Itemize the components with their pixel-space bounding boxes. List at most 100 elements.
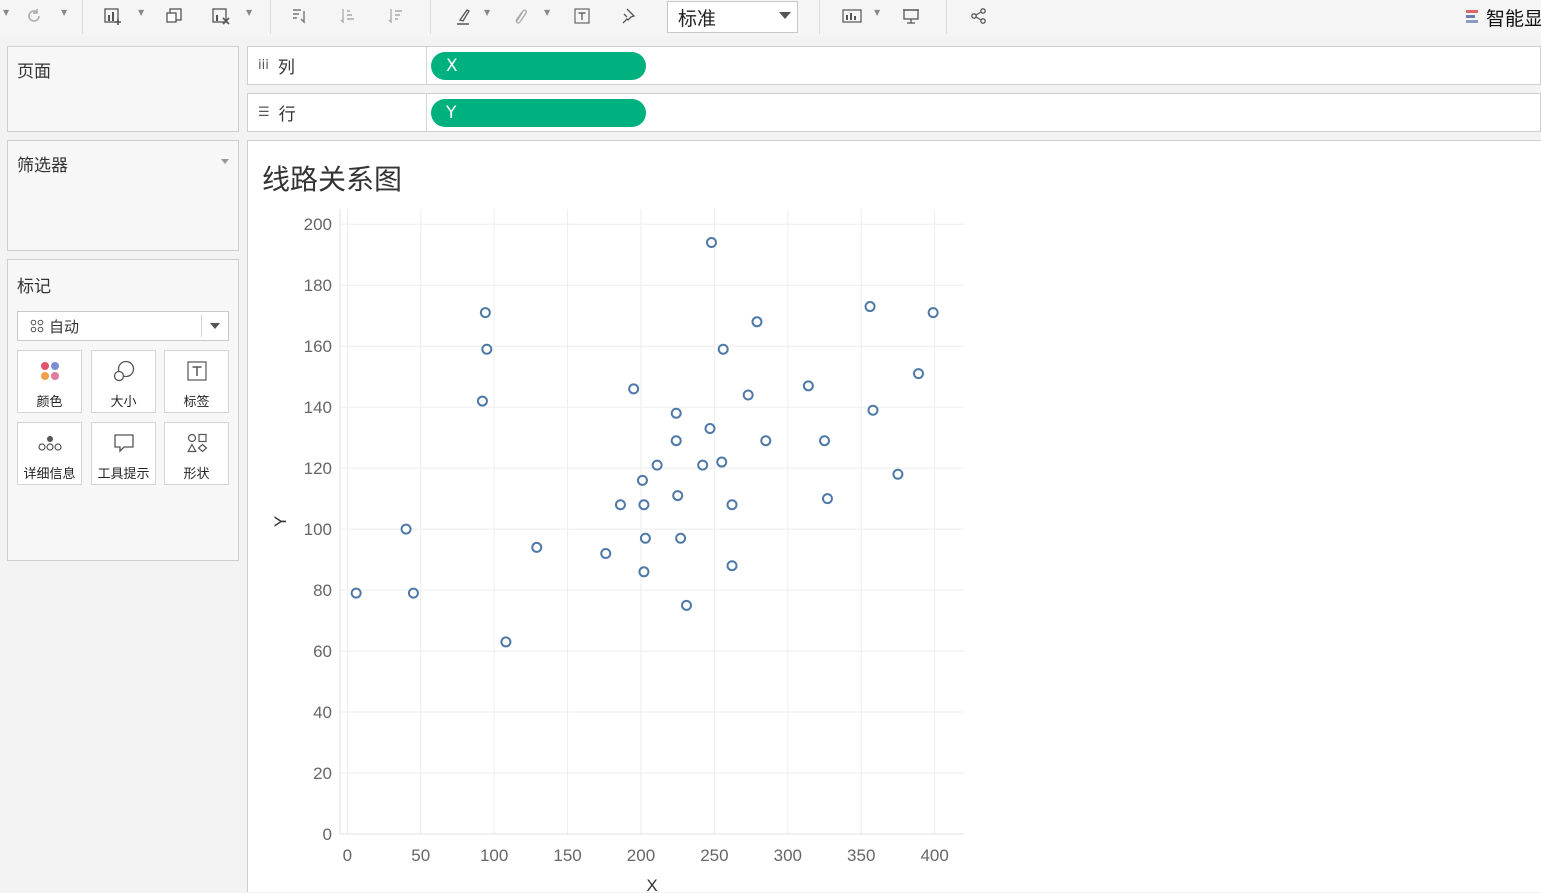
view-canvas[interactable]: 线路关系图 0 50 100 150 200 250 300 350 400 0 20 40 60 80 1… (247, 140, 1541, 893)
data-point[interactable] (760, 435, 772, 447)
duplicate-icon[interactable] (162, 4, 186, 28)
data-point[interactable] (350, 587, 362, 599)
color-dots-icon (18, 359, 81, 383)
color-label: 颜色 (36, 395, 63, 410)
data-point[interactable] (867, 404, 879, 416)
smart-bars-icon (1466, 10, 1478, 25)
new-worksheet-icon[interactable] (100, 4, 126, 28)
data-point[interactable] (742, 389, 754, 401)
tooltip-button[interactable]: 工具提示 (91, 422, 156, 485)
dropdown-caret-icon[interactable]: ▼ (544, 8, 550, 17)
data-point[interactable] (407, 587, 419, 599)
toolbar-separator (430, 0, 431, 34)
data-point[interactable] (531, 541, 543, 553)
data-point[interactable] (481, 343, 493, 355)
columns-shelf[interactable]: iii 列 X (247, 46, 1541, 85)
rows-shelf[interactable]: ☰ 行 Y (247, 93, 1541, 132)
y-tick-label: 100 (304, 520, 332, 539)
color-button[interactable]: 颜色 (17, 350, 82, 413)
smart-recommendations-button[interactable]: 智能显 (1466, 4, 1541, 31)
chevron-down-icon (779, 12, 791, 19)
swap-icon[interactable] (287, 4, 311, 28)
size-icon (92, 359, 155, 383)
data-point[interactable] (675, 532, 687, 544)
data-point[interactable] (751, 316, 763, 328)
data-point[interactable] (636, 474, 648, 486)
x-tick-label: 250 (700, 846, 728, 865)
chevron-down-icon (210, 323, 220, 329)
data-point[interactable] (400, 523, 412, 535)
y-field-pill[interactable]: Y (431, 99, 646, 127)
tooltip-label: 工具提示 (97, 467, 150, 482)
dropdown-caret-icon[interactable]: ▼ (874, 8, 880, 17)
data-point[interactable] (681, 599, 693, 611)
data-point[interactable] (639, 532, 651, 544)
data-point[interactable] (697, 459, 709, 471)
marks-title: 标记 (17, 277, 51, 297)
marks-panel: 标记 自动 颜色 大小 标签 详细信息 工具提示 形状 (7, 259, 239, 561)
sort-descending-icon[interactable] (384, 4, 408, 28)
data-point[interactable] (672, 490, 684, 502)
data-point[interactable] (476, 395, 488, 407)
pages-title: 页面 (17, 62, 51, 82)
data-point[interactable] (726, 499, 738, 511)
data-point[interactable] (705, 237, 717, 249)
data-point[interactable] (638, 566, 650, 578)
data-point[interactable] (479, 307, 491, 319)
x-tick-label: 200 (627, 846, 655, 865)
data-point[interactable] (864, 301, 876, 313)
dropdown-caret-icon[interactable]: ▼ (61, 8, 67, 17)
presentation-icon[interactable] (899, 4, 923, 28)
sort-ascending-icon[interactable] (336, 4, 360, 28)
data-point[interactable] (704, 423, 716, 435)
filters-menu-caret-icon[interactable] (221, 159, 229, 164)
data-point[interactable] (912, 368, 924, 380)
x-tick-label: 0 (343, 846, 352, 865)
dropdown-caret-icon[interactable]: ▼ (3, 8, 9, 17)
clear-icon[interactable] (208, 4, 234, 28)
auto-marks-icon (30, 319, 44, 333)
size-button[interactable]: 大小 (91, 350, 156, 413)
show-me-icon[interactable] (839, 4, 865, 28)
dropdown-caret-icon[interactable]: ▼ (246, 8, 252, 17)
data-point[interactable] (500, 636, 512, 648)
data-point[interactable] (726, 560, 738, 572)
filters-panel[interactable]: 筛选器 (7, 140, 239, 251)
x-field-pill[interactable]: X (431, 52, 646, 80)
dropdown-caret-icon[interactable]: ▼ (138, 8, 144, 17)
data-point[interactable] (821, 493, 833, 505)
y-tick-label: 180 (304, 276, 332, 295)
scatter-plot[interactable]: 0 50 100 150 200 250 300 350 400 0 20 40 60 80 100 120 1… (248, 141, 1541, 893)
data-point[interactable] (600, 548, 612, 560)
data-point[interactable] (717, 343, 729, 355)
data-point[interactable] (614, 499, 626, 511)
data-point[interactable] (638, 499, 650, 511)
pin-icon[interactable] (616, 4, 640, 28)
share-icon[interactable] (967, 4, 991, 28)
label-button[interactable]: 标签 (164, 350, 229, 413)
filters-title: 筛选器 (17, 156, 68, 176)
marks-size-select[interactable]: 标准 (667, 1, 798, 33)
label-icon[interactable] (570, 4, 594, 28)
highlight-icon[interactable] (451, 4, 475, 28)
toolbar: ▼ ▼ ▼ ▼ ▼ ▼ 标准 ▼ 智能显 (0, 0, 1541, 36)
shape-button[interactable]: 形状 (164, 422, 229, 485)
data-point[interactable] (927, 307, 939, 319)
data-point[interactable] (628, 383, 640, 395)
mark-type-select[interactable]: 自动 (17, 311, 229, 341)
data-point[interactable] (670, 407, 682, 419)
toolbar-separator (946, 0, 947, 34)
data-point[interactable] (670, 435, 682, 447)
data-point[interactable] (802, 380, 814, 392)
data-point[interactable] (819, 435, 831, 447)
detail-button[interactable]: 详细信息 (17, 422, 82, 485)
data-point[interactable] (651, 459, 663, 471)
dropdown-caret-icon[interactable]: ▼ (484, 8, 490, 17)
shape-icon (165, 431, 228, 455)
pages-panel[interactable]: 页面 (7, 46, 239, 132)
group-icon[interactable] (508, 4, 532, 28)
redo-icon[interactable] (22, 4, 46, 28)
data-point[interactable] (892, 468, 904, 480)
rows-label: 行 (278, 105, 296, 125)
data-point[interactable] (716, 456, 728, 468)
